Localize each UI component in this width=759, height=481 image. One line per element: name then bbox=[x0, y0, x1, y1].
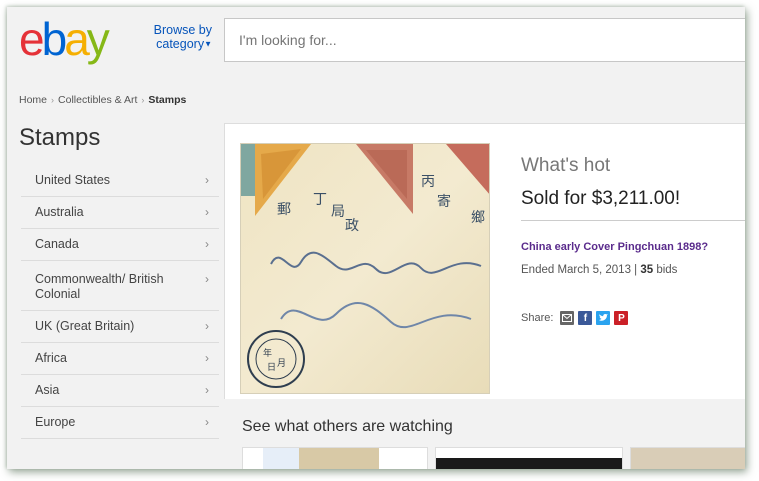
browse-line2: category bbox=[156, 37, 205, 51]
breadcrumb-collectibles[interactable]: Collectibles & Art bbox=[58, 94, 137, 106]
svg-text:日: 日 bbox=[267, 362, 276, 373]
category-sidebar: United States › Australia › Canada › Common… bbox=[21, 165, 219, 439]
sidebar-item-label: Canada bbox=[35, 237, 79, 251]
browse-line1: Browse by bbox=[153, 23, 212, 37]
chevron-right-icon: › bbox=[205, 351, 209, 365]
ended-date: Ended March 5, 2013 | bbox=[521, 264, 641, 276]
chevron-down-icon: ▼ bbox=[204, 39, 212, 49]
facebook-icon[interactable]: f bbox=[578, 311, 593, 325]
svg-text:鄉: 鄉 bbox=[471, 210, 485, 226]
whats-hot-panel: 丁局 政 丙 寄鄉 郵 年月日 What's hot Sold for $3,21… bbox=[224, 123, 745, 399]
search-bar[interactable] bbox=[224, 18, 745, 62]
svg-text:政: 政 bbox=[345, 218, 359, 234]
sidebar-item-uk[interactable]: UK (Great Britain) › bbox=[21, 311, 219, 343]
sidebar-item-label: UK (Great Britain) bbox=[35, 319, 135, 333]
breadcrumb: Home › Collectibles & Art › Stamps bbox=[19, 94, 186, 106]
svg-text:月: 月 bbox=[277, 358, 286, 369]
svg-text:丙: 丙 bbox=[421, 174, 435, 190]
sidebar-item-label: Asia bbox=[35, 383, 60, 397]
svg-text:郵: 郵 bbox=[277, 202, 291, 218]
item-title-link[interactable]: China early Cover Pingchuan 1898? bbox=[521, 241, 708, 253]
thumbnail-image bbox=[299, 448, 379, 469]
breadcrumb-separator-icon: › bbox=[141, 95, 145, 105]
email-icon[interactable] bbox=[560, 311, 575, 325]
browse-by-category-button[interactable]: Browse by category▼ bbox=[150, 23, 212, 52]
sidebar-item-label: Africa bbox=[35, 351, 67, 365]
thumbnail-image bbox=[263, 448, 299, 469]
page-title: Stamps bbox=[19, 124, 101, 151]
ended-info: Ended March 5, 2013 | 35 bids bbox=[521, 264, 677, 276]
sidebar-item-label: United States bbox=[35, 173, 111, 187]
logo-letter-b: b bbox=[41, 13, 68, 65]
stamp-cover-image[interactable]: 丁局 政 丙 寄鄉 郵 年月日 bbox=[240, 143, 490, 394]
thumbnail-image bbox=[631, 448, 745, 469]
chevron-right-icon: › bbox=[205, 383, 209, 397]
bids-count: 35 bbox=[640, 264, 654, 276]
breadcrumb-separator-icon: › bbox=[51, 95, 55, 105]
sidebar-item-europe[interactable]: Europe › bbox=[21, 407, 219, 439]
breadcrumb-current: Stamps bbox=[148, 94, 187, 106]
chevron-right-icon: › bbox=[205, 415, 209, 429]
logo-letter-e: e bbox=[19, 13, 45, 65]
share-row: Share: f P bbox=[521, 311, 629, 325]
twitter-icon[interactable] bbox=[596, 311, 611, 325]
sidebar-item-label: Australia bbox=[35, 205, 84, 219]
divider bbox=[521, 220, 745, 221]
share-label: Share: bbox=[521, 312, 554, 324]
watching-item-thumbnail[interactable] bbox=[435, 447, 623, 469]
stamp-cover-picture: 丁局 政 丙 寄鄉 郵 年月日 bbox=[241, 144, 489, 393]
search-input[interactable] bbox=[225, 19, 745, 61]
sidebar-item-africa[interactable]: Africa › bbox=[21, 343, 219, 375]
thumbnail-image bbox=[436, 458, 622, 469]
chevron-right-icon: › bbox=[205, 237, 209, 251]
sidebar-item-united-states[interactable]: United States › bbox=[21, 165, 219, 197]
logo-letter-y: y bbox=[86, 13, 110, 65]
chevron-right-icon: › bbox=[205, 205, 209, 219]
whats-hot-label: What's hot bbox=[521, 155, 611, 176]
watching-item-thumbnail[interactable] bbox=[242, 447, 428, 469]
ebay-logo[interactable]: ebay bbox=[19, 13, 110, 65]
chevron-right-icon: › bbox=[205, 319, 209, 333]
sidebar-item-asia[interactable]: Asia › bbox=[21, 375, 219, 407]
bids-suffix: bids bbox=[653, 264, 678, 276]
sidebar-item-label: Europe bbox=[35, 415, 76, 429]
breadcrumb-home[interactable]: Home bbox=[19, 94, 47, 106]
svg-text:局: 局 bbox=[331, 204, 345, 220]
watching-item-thumbnail[interactable] bbox=[630, 447, 745, 469]
sidebar-item-australia[interactable]: Australia › bbox=[21, 197, 219, 229]
watching-section-title: See what others are watching bbox=[242, 418, 453, 435]
browser-frame: ebay Browse by category▼ Home›Collectibl… bbox=[7, 7, 745, 469]
sold-price: Sold for $3,211.00! bbox=[521, 188, 681, 209]
svg-text:丁: 丁 bbox=[313, 192, 327, 208]
chevron-right-icon: › bbox=[205, 173, 209, 187]
logo-letter-a: a bbox=[64, 13, 90, 65]
sidebar-item-canada[interactable]: Canada › bbox=[21, 229, 219, 261]
svg-text:寄: 寄 bbox=[437, 193, 451, 210]
pinterest-icon[interactable]: P bbox=[614, 311, 629, 325]
svg-text:年: 年 bbox=[263, 347, 272, 359]
sidebar-item-label: Commonwealth/ British Colonial bbox=[35, 272, 164, 301]
chevron-right-icon: › bbox=[205, 272, 209, 286]
sidebar-item-commonwealth[interactable]: Commonwealth/ British Colonial › bbox=[21, 261, 219, 311]
